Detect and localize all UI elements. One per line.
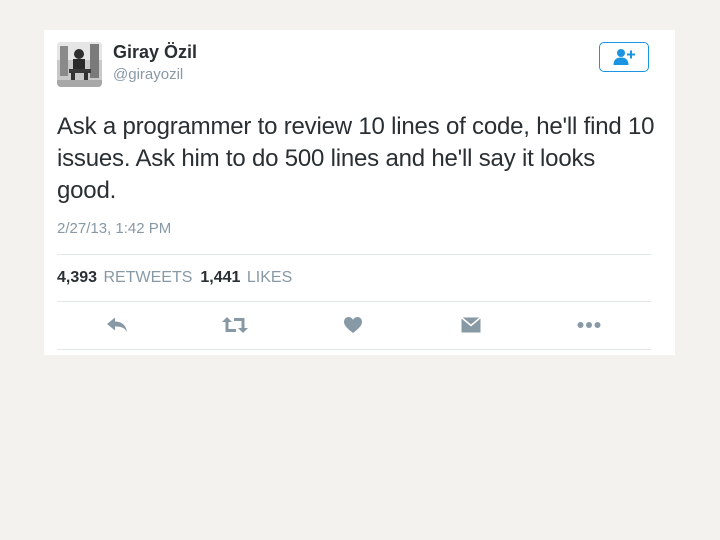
retweet-label: RETWEETS <box>103 269 193 286</box>
avatar-photo <box>57 42 102 87</box>
tweet-stats: 4,393 RETWEETS 1,441 LIKES <box>57 269 292 287</box>
add-user-icon <box>613 49 635 65</box>
follow-button[interactable] <box>599 42 649 72</box>
direct-message-button[interactable] <box>457 313 485 337</box>
retweet-stat[interactable]: 4,393 RETWEETS <box>57 269 192 286</box>
heart-icon <box>344 317 362 333</box>
like-label: LIKES <box>246 269 293 286</box>
retweet-button[interactable] <box>221 313 249 337</box>
reply-button[interactable] <box>103 313 131 337</box>
tweet-card: Giray Özil @girayozil Ask a programmer t… <box>44 30 675 355</box>
like-stat[interactable]: 1,441 LIKES <box>200 269 292 286</box>
avatar[interactable] <box>57 42 102 87</box>
more-dots-icon <box>577 322 601 328</box>
action-bar <box>44 313 675 337</box>
author-handle[interactable]: @girayozil <box>113 66 183 83</box>
divider <box>57 349 651 350</box>
divider <box>57 254 651 255</box>
like-button[interactable] <box>339 313 367 337</box>
tweet-timestamp[interactable]: 2/27/13, 1:42 PM <box>57 220 171 237</box>
author-name[interactable]: Giray Özil <box>113 42 197 63</box>
like-count: 1,441 <box>200 269 241 286</box>
divider <box>57 301 651 302</box>
more-options-button[interactable] <box>575 313 603 337</box>
retweet-icon <box>222 317 248 333</box>
tweet-text: Ask a programmer to review 10 lines of c… <box>57 113 655 204</box>
reply-icon <box>107 317 127 332</box>
retweet-count: 4,393 <box>57 269 98 286</box>
envelope-icon <box>460 316 482 333</box>
